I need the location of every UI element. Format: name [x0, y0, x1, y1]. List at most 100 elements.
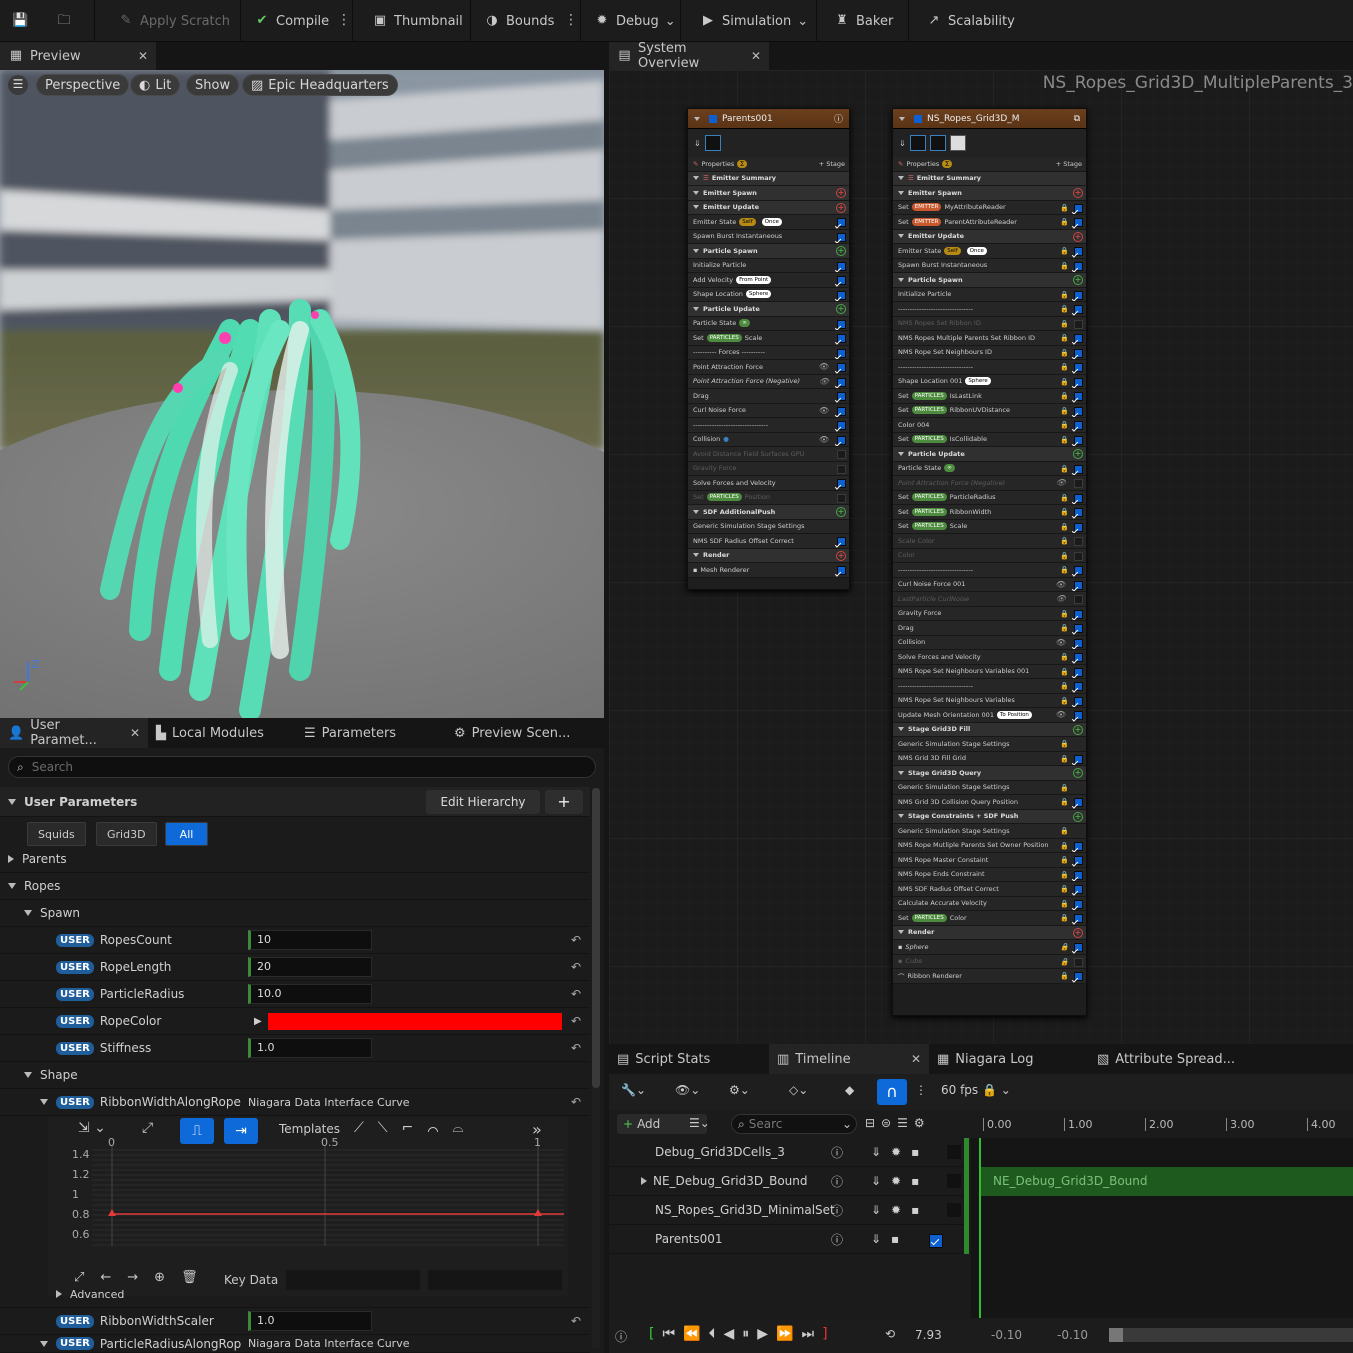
debug-button[interactable]: ✹ Debug ⌄ [594, 0, 676, 42]
renderer-thumbnail[interactable] [704, 135, 721, 151]
enable-checkbox[interactable] [1074, 537, 1083, 546]
module-row[interactable]: Set PARTICLES RibbonUVDistance 🔒 [893, 403, 1086, 418]
module-row[interactable]: ▪ Mesh Renderer [688, 563, 849, 578]
add-module-icon[interactable]: + [836, 202, 846, 213]
module-section[interactable]: ☰ Emitter Summary [688, 171, 849, 186]
add-module-icon[interactable]: + [836, 304, 846, 314]
reset-icon[interactable]: ↶ [571, 960, 581, 974]
info-icon[interactable]: ⓘ [831, 1144, 843, 1161]
module-section[interactable]: Emitter Spawn + [688, 186, 849, 201]
tab-niagara-log[interactable]: ▦ Niagara Log [929, 1044, 1089, 1074]
close-icon[interactable]: ✕ [911, 1052, 921, 1066]
scalability-button[interactable]: ↗ Scalability [926, 0, 1015, 42]
show-button[interactable]: Show [186, 74, 240, 96]
module-row[interactable]: NMS Rope Set Neighbours ID 🔒 [893, 345, 1086, 360]
enable-checkbox[interactable] [1071, 870, 1083, 882]
module-row[interactable]: Initialize Particle 🔒 [893, 287, 1086, 302]
module-row[interactable]: -------------------------------- [688, 418, 849, 433]
bounds-button[interactable]: ◑ Bounds [484, 0, 554, 42]
compile-button[interactable]: ✔ Compile [254, 0, 330, 42]
enable-checkbox[interactable] [834, 290, 846, 302]
track-area[interactable]: NE_Debug_Grid3D_Bound [971, 1138, 1353, 1318]
emitter-node-parents001[interactable]: Parents001 ⓘ ⇓ ✎ Properties ∑ + Stage ☰ Emitte… [687, 108, 850, 590]
enable-checkbox[interactable] [834, 421, 846, 432]
more-icon[interactable]: ⋮ [915, 1083, 927, 1097]
tab-system-overview[interactable]: ▤ System Overview ✕ [609, 41, 769, 71]
param-stiffness[interactable]: USER Stiffness 1.0 ↶ [0, 1035, 590, 1062]
expand-icon[interactable]: ▶ [254, 1016, 262, 1027]
track-row[interactable]: NE_Debug_Grid3D_Bound ⓘ ⇓✹▪ [609, 1167, 969, 1196]
enable-checkbox[interactable] [834, 334, 846, 345]
module-row[interactable]: Generic Simulation Stage Settings [688, 519, 849, 534]
module-row[interactable]: NMS Rope Master Constaint 🔒 [893, 853, 1086, 868]
enable-checkbox[interactable] [1071, 377, 1083, 389]
eye-icon[interactable]: 👁 [819, 435, 829, 444]
keyframe-icon[interactable]: ◆ [845, 1083, 854, 1097]
module-row[interactable]: NMS Rope Set Neighbours Variables 001 🔒 [893, 664, 1086, 679]
reset-icon[interactable]: ↶ [571, 1041, 581, 1055]
module-row[interactable]: Add Velocity From Point [688, 273, 849, 288]
enable-checkbox[interactable] [837, 493, 846, 503]
bounds-options-icon[interactable]: ⋮ [564, 12, 578, 28]
module-row[interactable]: NMS Rope Mutliple Parents Set Owner Posi… [893, 838, 1086, 853]
track-icons[interactable]: ⇓✹▪ [871, 1145, 929, 1159]
time-ruler[interactable]: 0.00 1.00 2.00 3.00 4.00 [971, 1110, 1353, 1138]
module-row[interactable]: Emitter State Self Once [688, 215, 849, 230]
track-view-icons[interactable]: ⊟⊜☰⚙ [865, 1116, 931, 1130]
enable-checkbox[interactable] [837, 450, 846, 459]
eye-icon[interactable]: 👁⌄ [675, 1083, 700, 1097]
add-module-icon[interactable]: + [1073, 927, 1083, 938]
thumbnail-button[interactable]: ▣ Thumbnail [372, 0, 463, 42]
track-row[interactable]: NS_Ropes_Grid3D_MinimalSet ⓘ ⇓✹▪ [609, 1196, 969, 1225]
module-section[interactable]: Render + [893, 925, 1086, 940]
time-scrollbar[interactable] [1109, 1328, 1353, 1342]
tab-preview-scene[interactable]: ⚙ Preview Scen... [446, 718, 596, 748]
module-row[interactable]: Point Attraction Force (Negative) 👁 [688, 374, 849, 389]
module-row[interactable]: Set PARTICLES IsCollidable 🔒 [893, 432, 1086, 447]
module-section[interactable]: Particle Spawn + [688, 244, 849, 259]
param-ropescount[interactable]: USER RopesCount 10 ↶ [0, 927, 590, 954]
module-row[interactable]: Set PARTICLES Color 🔒 [893, 911, 1086, 926]
tab-script-stats[interactable]: ▤ Script Stats [609, 1044, 769, 1074]
add-module-icon[interactable]: + [1073, 449, 1083, 459]
eye-icon[interactable]: 👁 [1056, 580, 1066, 589]
eye-icon[interactable]: 👁 [1056, 594, 1066, 603]
enable-checkbox[interactable] [1074, 551, 1083, 561]
close-icon[interactable]: ✕ [751, 49, 761, 63]
system-overview-graph[interactable]: NS_Ropes_Grid3D_MultipleParents_3 Parent… [609, 70, 1353, 1044]
enable-checkbox[interactable] [834, 377, 846, 389]
enable-checkbox[interactable] [834, 537, 846, 548]
enable-checkbox[interactable] [1071, 638, 1083, 650]
preview-viewport[interactable]: Z [0, 70, 604, 718]
module-section[interactable]: Emitter Spawn + [893, 186, 1086, 201]
enable-checkbox[interactable] [1071, 580, 1083, 592]
module-row[interactable]: Color 🔒 [893, 548, 1086, 563]
info-icon[interactable]: ⓘ [831, 1231, 843, 1248]
eye-icon[interactable]: 👁 [1056, 638, 1066, 647]
track-icons[interactable]: ⇓▪ [871, 1232, 909, 1246]
search-input[interactable]: ⌕ Search [8, 756, 596, 778]
module-row[interactable]: Update Mesh Orientation 001 To Position 👁 [893, 708, 1086, 723]
enable-checkbox[interactable] [1071, 609, 1083, 621]
module-section[interactable]: Particle Update + [893, 447, 1086, 462]
param-ropecolor[interactable]: USER RopeColor ▶ ↶ [0, 1008, 590, 1035]
emitter-enable-checkbox[interactable] [709, 114, 717, 123]
module-row[interactable]: NMS Grid 3D Fill Grid 🔒 [893, 751, 1086, 766]
module-row[interactable]: Gravity Force 🔒 [893, 606, 1086, 621]
renderer-thumbnail[interactable] [909, 135, 926, 151]
close-icon[interactable]: ✕ [130, 726, 140, 740]
module-row[interactable]: Solve Forces and Velocity 🔒 [893, 650, 1086, 665]
track-row[interactable]: Debug_Grid3DCells_3 ⓘ ⇓✹▪ [609, 1138, 969, 1167]
module-row[interactable]: Drag [688, 389, 849, 404]
module-row[interactable]: Spawn Burst Instantaneous 🔒 [893, 258, 1086, 273]
filter-all[interactable]: All [165, 822, 208, 846]
end-time[interactable]: -0.10 [1057, 1328, 1088, 1342]
module-row[interactable]: Set PARTICLES Scale [688, 331, 849, 346]
module-section[interactable]: Stage Grid3D Fill + [893, 722, 1086, 737]
module-row[interactable]: Collision ● 👁 [688, 432, 849, 447]
add-module-icon[interactable]: + [836, 507, 846, 517]
eye-icon[interactable]: 👁 [819, 406, 829, 415]
enable-checkbox[interactable] [834, 348, 846, 360]
module-row[interactable]: ▪ Sphere 🔒 [893, 940, 1086, 955]
module-row[interactable]: Collision 👁 [893, 635, 1086, 650]
